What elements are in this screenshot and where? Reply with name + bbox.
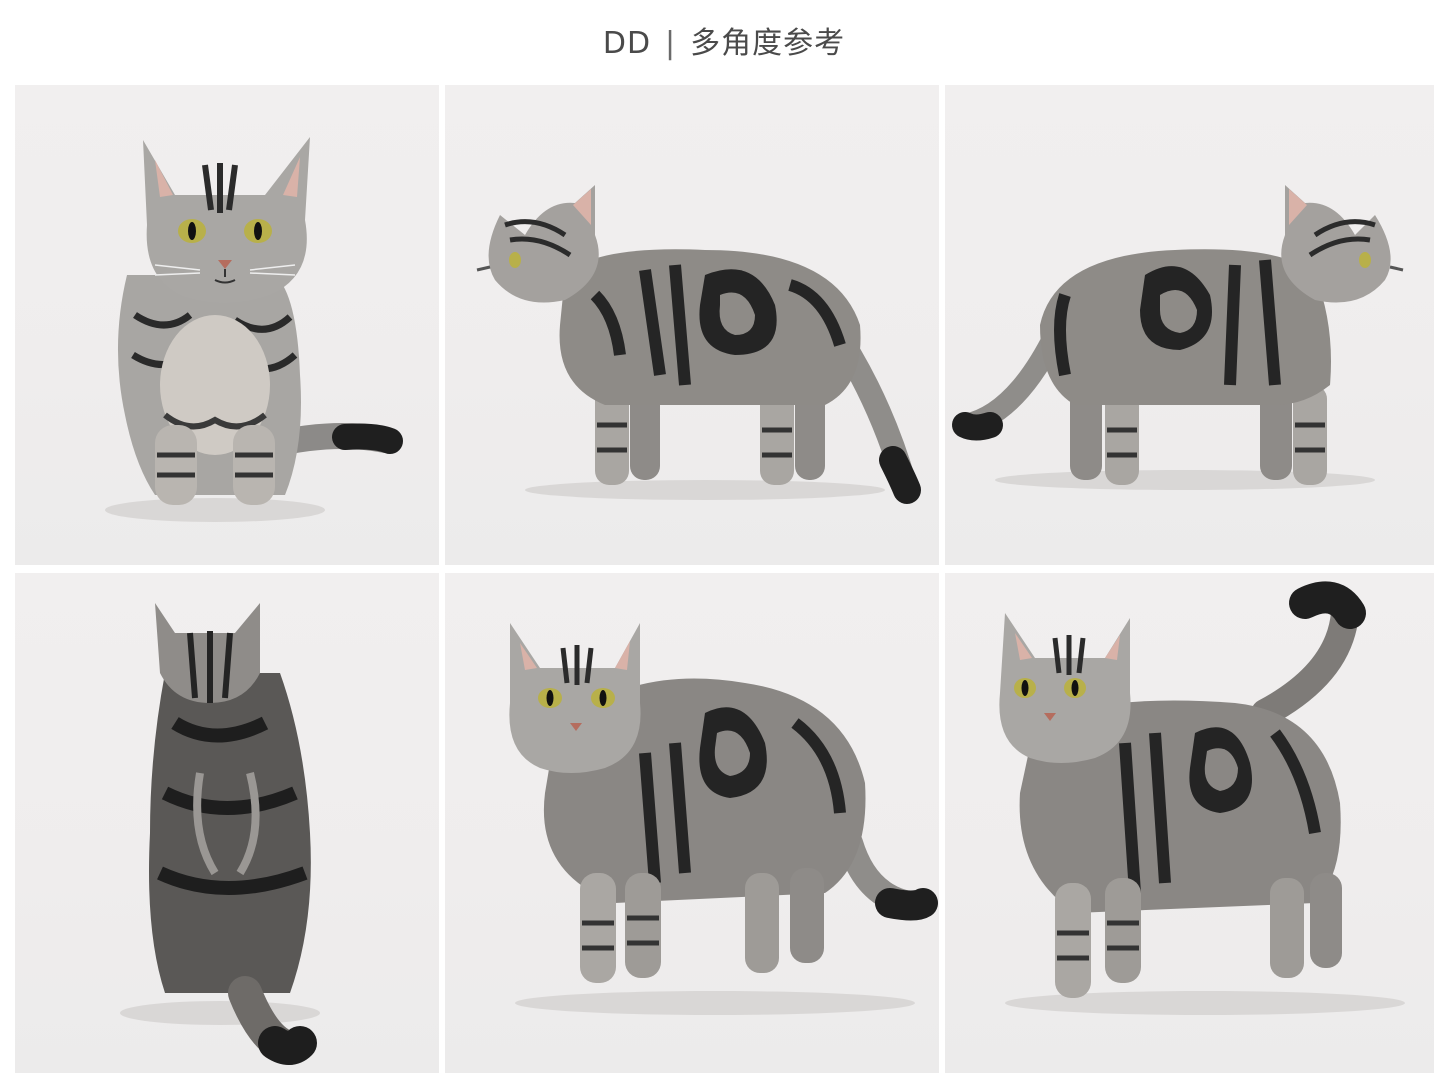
cat-front-illustration — [105, 137, 403, 522]
cat-tail-up-illustration — [999, 581, 1405, 1015]
cat-three-quarter-illustration — [509, 623, 938, 1015]
page-title: DD | 多角度参考 — [0, 22, 1448, 66]
title-right: 多角度参考 — [690, 26, 846, 61]
cat-left-side-illustration — [476, 185, 921, 504]
title-separator: | — [665, 26, 677, 61]
photo-three-quarter-view — [445, 573, 939, 1073]
photo-tail-up-view — [945, 573, 1434, 1073]
photo-front-view — [15, 85, 439, 565]
photo-right-side-view — [945, 85, 1434, 565]
photo-back-view — [15, 573, 439, 1073]
cat-right-side-illustration — [952, 185, 1404, 490]
title-left: DD — [602, 26, 652, 61]
photo-left-side-view — [445, 85, 939, 565]
cat-back-illustration — [120, 603, 320, 1065]
